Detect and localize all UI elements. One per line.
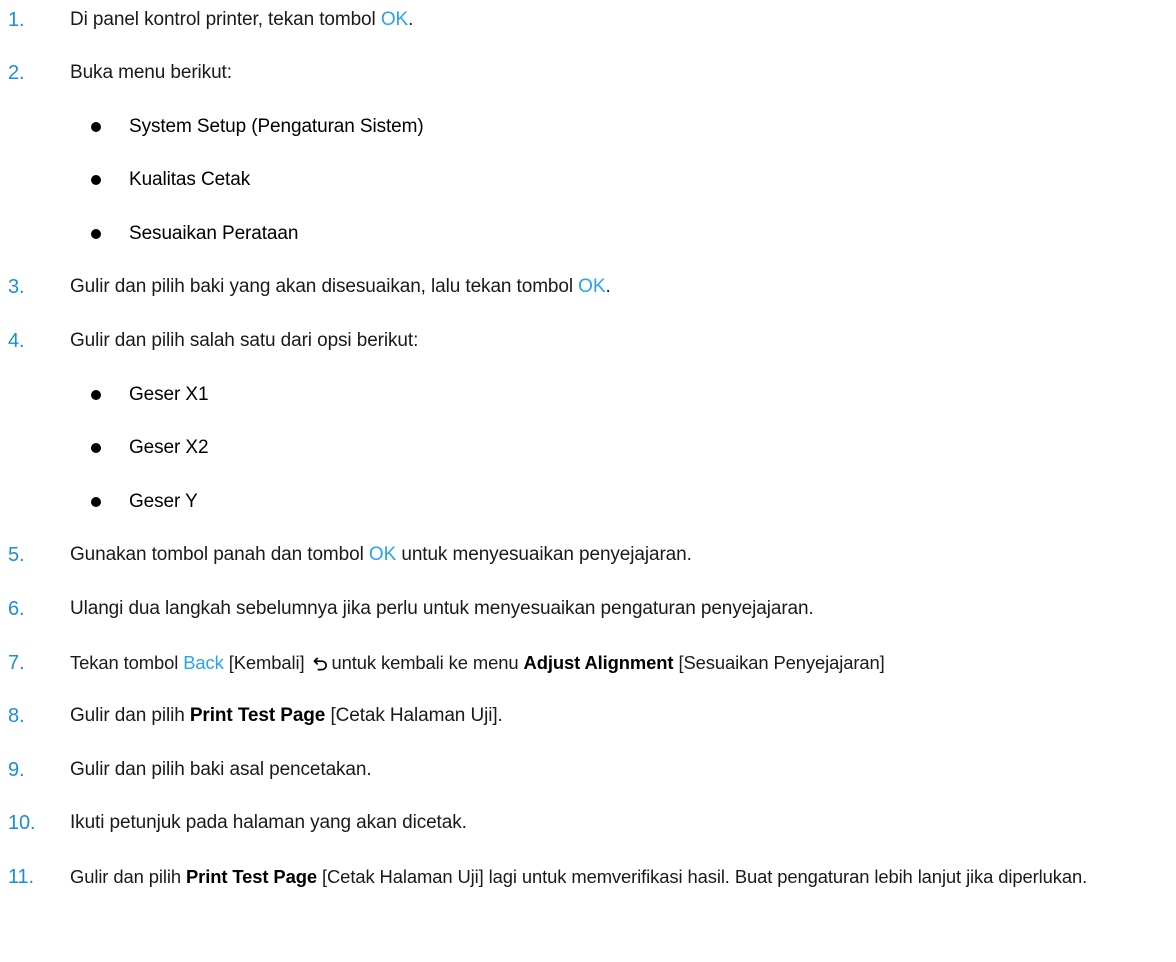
step-text: Gunakan tombol panah dan tombol OK untuk… (70, 543, 1166, 567)
step-text-part: Di panel kontrol printer, tekan tombol (70, 9, 381, 30)
ok-button-link[interactable]: OK (578, 276, 605, 297)
option-item-label: Geser Y (129, 491, 198, 512)
ok-button-link[interactable]: OK (369, 544, 396, 565)
step-text: Gulir dan pilih baki yang akan disesuaik… (70, 275, 1166, 299)
step-number: 11. (8, 866, 35, 888)
menu-item-label: Kualitas Cetak (129, 169, 251, 190)
step-text: Gulir dan pilih baki asal pencetakan. (70, 759, 372, 780)
option-item-label: Geser X2 (129, 437, 209, 458)
step-number: 1. (8, 9, 25, 31)
menu-name: Print Test Page (189, 705, 326, 726)
step-text-part: . (605, 276, 611, 297)
step-number: 10. (8, 812, 36, 834)
step-text: Di panel kontrol printer, tekan tombol O… (70, 8, 1166, 32)
step-number: 5. (8, 544, 25, 566)
step-text-part: Gulir dan pilih baki yang akan disesuaik… (70, 276, 579, 297)
step-text: Gulir dan pilih Print Test Page [Cetak H… (70, 704, 1166, 728)
step-text-part: [Cetak Halaman Uji] lagi untuk memverifi… (316, 866, 1088, 887)
step-text-part: [Kembali] (223, 652, 310, 673)
step-text-part: [Cetak Halaman Uji]. (325, 705, 503, 726)
bullet-icon (91, 229, 101, 239)
step-text-part: [Sesuaikan Penyejajaran] (673, 652, 885, 673)
menu-name: Adjust Alignment (523, 652, 674, 673)
step-number: 6. (8, 598, 25, 620)
step-text-part: Gulir dan pilih (70, 705, 190, 726)
step-number: 8. (8, 705, 25, 727)
step-text-part: Gulir dan pilih (70, 866, 186, 887)
instruction-page: 1. Di panel kontrol printer, tekan tombo… (0, 0, 1176, 962)
step-number: 2. (8, 62, 25, 84)
bullet-icon (91, 122, 101, 132)
bullet-icon (91, 443, 101, 453)
step-text-part: untuk menyesuaikan penyejajaran. (396, 544, 692, 565)
step-text: Gulir dan pilih salah satu dari opsi ber… (70, 330, 419, 351)
step-text: Buka menu berikut: (70, 62, 232, 83)
step-text-part: Gunakan tombol panah dan tombol (70, 544, 369, 565)
step-text: Tekan tombol Back [Kembali] untuk kembal… (70, 651, 1166, 677)
step-number: 3. (8, 276, 25, 298)
step-number: 9. (8, 759, 25, 781)
ok-button-link[interactable]: OK (381, 9, 408, 30)
back-arrow-icon (313, 653, 328, 677)
bullet-icon (91, 175, 101, 185)
back-button-link[interactable]: Back (183, 652, 224, 673)
menu-item-label: System Setup (Pengaturan Sistem) (129, 116, 424, 137)
step-number: 7. (8, 652, 25, 674)
bullet-icon (91, 390, 101, 400)
step-text: Gulir dan pilih Print Test Page [Cetak H… (70, 865, 1166, 889)
option-item-label: Geser X1 (129, 384, 209, 405)
step-text: Ulangi dua langkah sebelumnya jika perlu… (70, 598, 814, 619)
menu-item-label: Sesuaikan Perataan (129, 223, 299, 244)
step-text: Ikuti petunjuk pada halaman yang akan di… (70, 812, 467, 833)
step-text-part: . (408, 9, 414, 30)
step-text-part: untuk kembali ke menu (331, 652, 524, 673)
menu-name: Print Test Page (185, 866, 317, 887)
step-text-part: Tekan tombol (70, 652, 184, 673)
bullet-icon (91, 497, 101, 507)
step-number: 4. (8, 330, 25, 352)
